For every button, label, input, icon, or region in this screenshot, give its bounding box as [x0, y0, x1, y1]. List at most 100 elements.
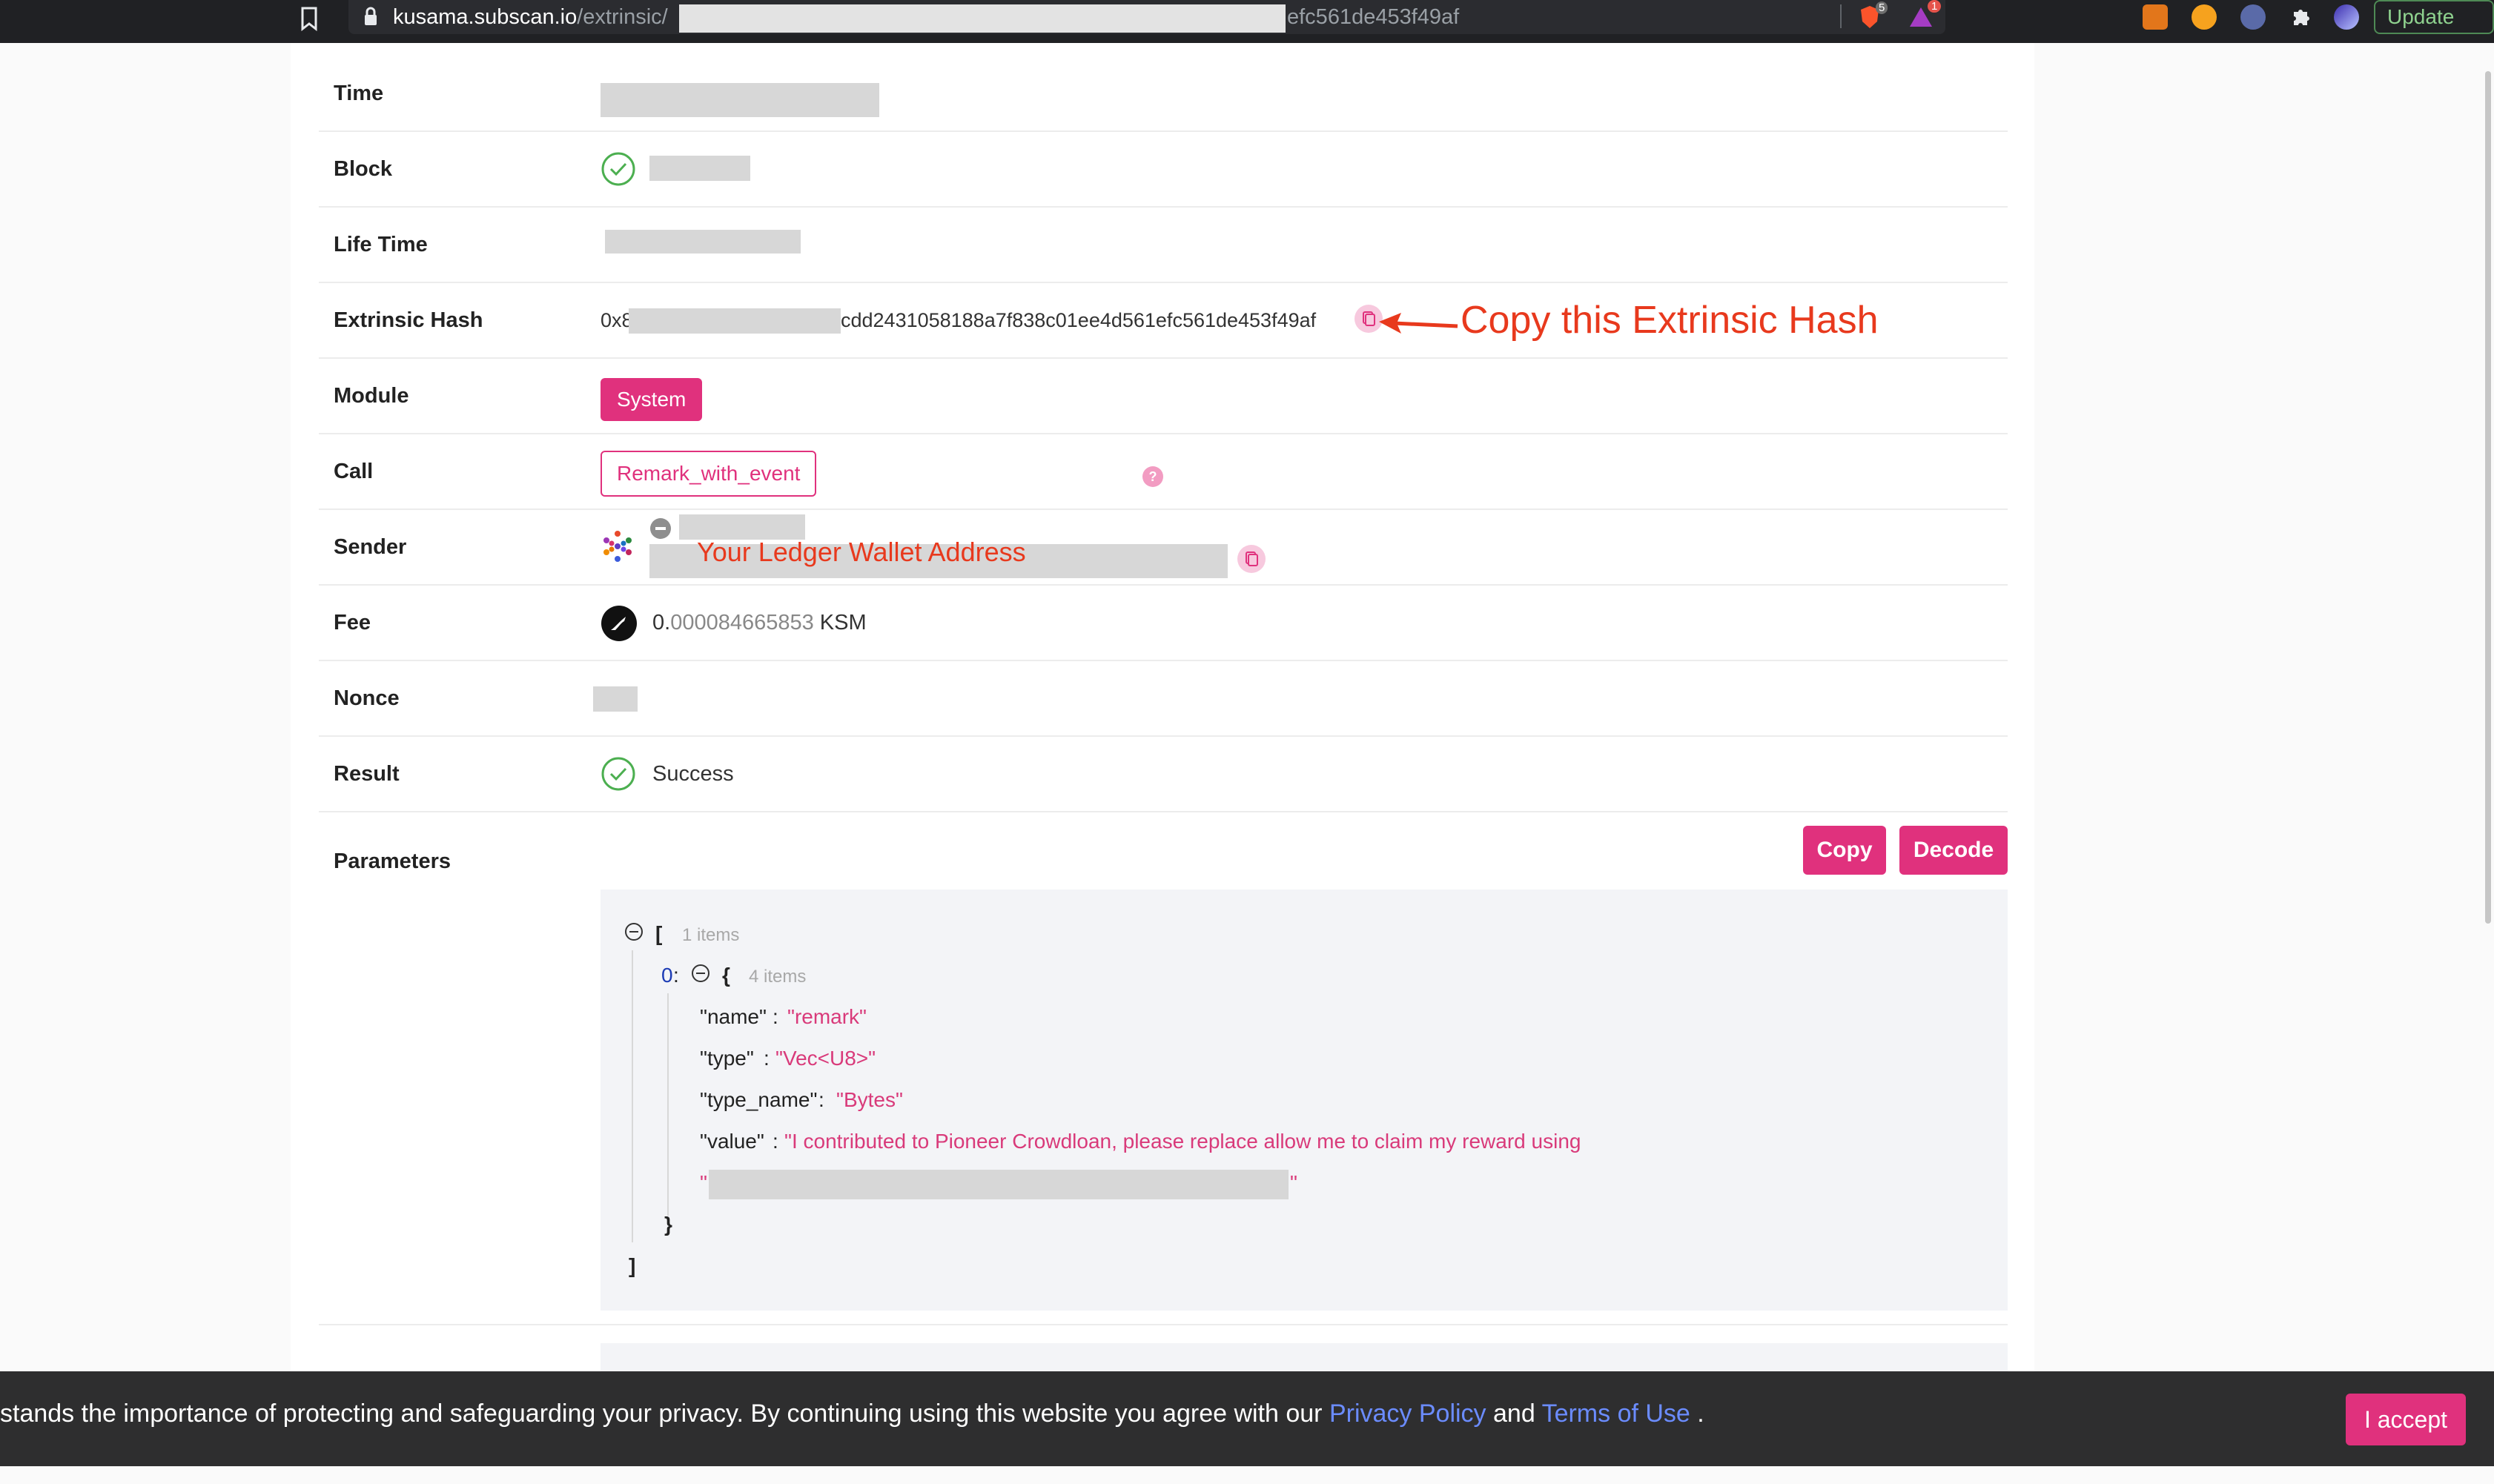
svg-text:?: ? — [1149, 469, 1157, 484]
update-button[interactable]: Update — [2374, 0, 2494, 34]
block-finalized-check-icon — [601, 152, 635, 186]
url-redaction — [679, 4, 1286, 33]
accept-cookies-button[interactable]: I accept — [2346, 1394, 2466, 1445]
module-label: Module — [334, 384, 409, 408]
success-check-icon — [601, 757, 635, 791]
json-key: "type_name" — [700, 1088, 818, 1111]
nonce-label: Nonce — [334, 686, 400, 710]
json-colon: : — [818, 1088, 824, 1111]
json-open-brace: { — [722, 964, 730, 987]
json-item-index: 0 — [661, 964, 673, 987]
json-key: "value" — [700, 1130, 764, 1153]
help-icon[interactable]: ? — [1142, 466, 1164, 488]
sender-name-redaction — [679, 514, 805, 540]
decode-button[interactable]: Decode — [1899, 826, 2008, 875]
lifetime-redaction — [605, 230, 801, 254]
json-colon: : — [773, 1130, 778, 1153]
collapse-root-icon[interactable] — [624, 922, 644, 941]
json-value: "Vec<U8>" — [775, 1047, 876, 1070]
page-bottom-strip — [0, 1466, 2494, 1484]
cookie-and: and — [1486, 1399, 1542, 1428]
profile-avatar[interactable] — [2334, 4, 2359, 30]
result-label: Result — [334, 762, 400, 786]
json-key: "name" — [700, 1005, 767, 1028]
call-tag[interactable]: Remark_with_event — [601, 451, 817, 497]
hash-redaction — [629, 308, 841, 334]
json-value: "I contributed to Pioneer Crowdloan, ple… — [784, 1130, 1581, 1153]
block-number-redaction[interactable] — [649, 156, 750, 181]
json-close-bracket: ] — [629, 1254, 636, 1277]
fee-unit: KSM — [813, 611, 867, 635]
json-value-cont-close: " — [1290, 1171, 1297, 1194]
url-host: kusama.subscan.io — [393, 5, 578, 29]
cookie-text-main: stands the importance of protecting and … — [0, 1399, 1329, 1428]
lifetime-label: Life Time — [334, 233, 428, 256]
row-result: Result Success — [319, 737, 2008, 812]
result-value: Success — [652, 762, 734, 786]
browser-toolbar: kusama.subscan.io/extrinsic/ efc561de453… — [0, 0, 2494, 43]
json-value-cont-open: " — [700, 1171, 707, 1194]
json-close-brace: } — [664, 1213, 672, 1236]
row-nonce: Nonce — [319, 661, 2008, 737]
copy-params-button[interactable]: Copy — [1803, 826, 1886, 875]
cookie-period: . — [1690, 1399, 1704, 1428]
terms-of-use-link[interactable]: Terms of Use — [1542, 1399, 1690, 1428]
lock-icon — [365, 7, 377, 25]
hash-label: Extrinsic Hash — [334, 308, 483, 332]
json-value: "remark" — [787, 1005, 867, 1028]
nonce-redaction — [593, 686, 638, 712]
bitcoin-extension-icon[interactable] — [2192, 4, 2217, 30]
extensions-puzzle-icon[interactable] — [2288, 4, 2313, 30]
scrollbar-thumb[interactable] — [2485, 71, 2491, 924]
row-block: Block — [319, 132, 2008, 208]
call-label: Call — [334, 460, 374, 483]
rewards-count: 1 — [1928, 0, 1942, 13]
time-label: Time — [334, 82, 384, 105]
cookie-consent-bar: stands the importance of protecting and … — [0, 1371, 2494, 1466]
annotation-arrow-icon — [1379, 313, 1458, 334]
url-tail: efc561de453f49af — [1287, 5, 1460, 29]
identity-minus-icon — [650, 518, 671, 539]
metamask-icon[interactable] — [2143, 4, 2168, 30]
annotation-wallet-address: Your Ledger Wallet Address — [697, 537, 1026, 567]
tf-extension-icon[interactable] — [2240, 4, 2266, 30]
json-key: "type" — [700, 1047, 754, 1070]
json-index-colon: : — [673, 964, 679, 987]
row-sender: Sender — [319, 510, 2008, 586]
wallet-address-redaction — [709, 1170, 1289, 1199]
fee-int: 0. — [652, 611, 671, 635]
row-time: Time — [319, 56, 2008, 132]
privacy-policy-link[interactable]: Privacy Policy — [1329, 1399, 1486, 1428]
module-tag[interactable]: System — [601, 378, 703, 421]
json-indent-guide — [632, 950, 633, 1242]
fee-decimals: 000084665853 — [670, 611, 814, 635]
parameters-label: Parameters — [334, 849, 451, 873]
url-text: kusama.subscan.io/extrinsic/ — [393, 3, 668, 31]
block-label: Block — [334, 157, 392, 181]
cookie-text: stands the importance of protecting and … — [0, 1399, 1704, 1428]
json-colon: : — [773, 1005, 778, 1028]
row-fee: Fee 0.000084665853 KSM — [319, 586, 2008, 661]
fee-value: 0.000084665853 KSM — [652, 586, 867, 660]
next-section-box — [601, 1343, 2008, 1373]
fee-label: Fee — [334, 611, 371, 635]
bookmark-icon[interactable] — [300, 6, 319, 31]
copy-address-icon[interactable] — [1237, 544, 1266, 574]
hash-suffix: cdd2431058188a7f838c01ee4d561efc561de453… — [841, 309, 1317, 331]
collapse-item-icon[interactable] — [691, 964, 710, 983]
json-open-bracket: [ — [655, 922, 663, 945]
row-module: Module System — [319, 359, 2008, 434]
json-item-count: 4 items — [749, 967, 807, 987]
annotation-copy-hash: Copy this Extrinsic Hash — [1461, 299, 1879, 342]
sender-label: Sender — [334, 535, 407, 559]
polkadot-identicon[interactable] — [601, 529, 635, 563]
json-value: "Bytes" — [836, 1088, 903, 1111]
row-lifetime: Life Time — [319, 208, 2008, 283]
url-separator — [1840, 4, 1842, 28]
json-root-count: 1 items — [682, 925, 740, 945]
hash-prefix: 0x8 — [601, 309, 633, 331]
time-redaction — [601, 83, 879, 117]
ksm-token-icon — [601, 606, 637, 641]
row-divider — [319, 1324, 2008, 1325]
row-call: Call Remark_with_event ? — [319, 434, 2008, 510]
